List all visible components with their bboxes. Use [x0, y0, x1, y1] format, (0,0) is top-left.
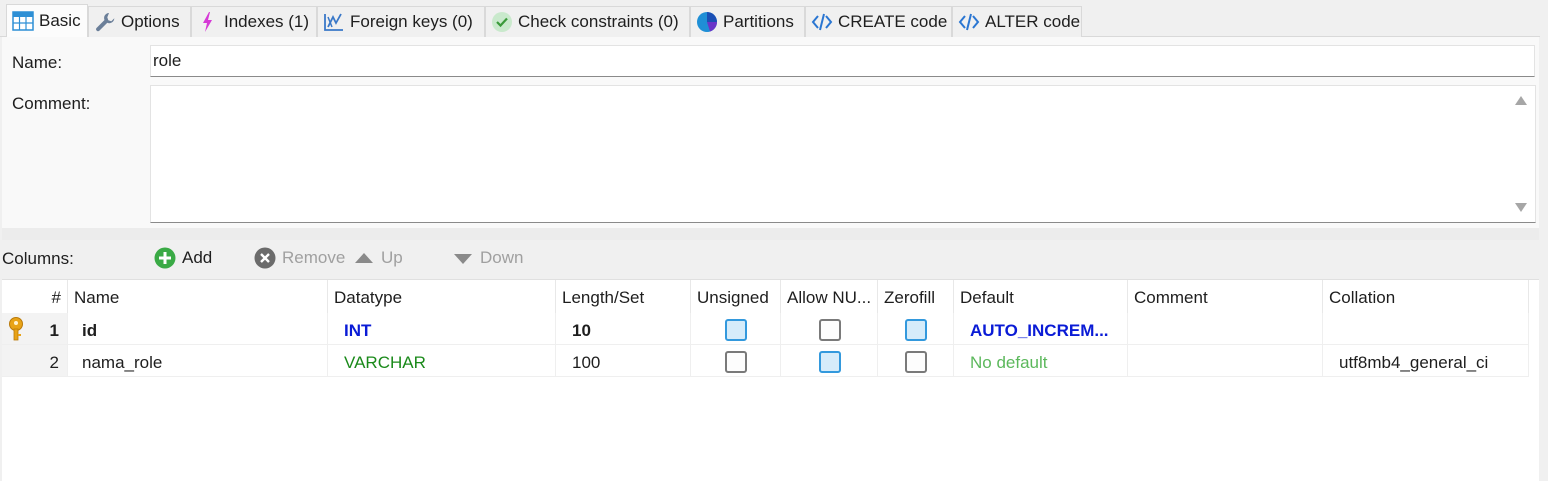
- unsigned-cell: [691, 345, 781, 377]
- scroll-down-arrow-icon[interactable]: [1515, 203, 1527, 212]
- code-icon: [810, 10, 834, 34]
- default-cell[interactable]: No default: [954, 345, 1128, 377]
- row-number: 1: [49, 321, 59, 340]
- tab-options[interactable]: Options: [88, 6, 191, 37]
- row-number: 2: [49, 353, 59, 372]
- columns-label: Columns:: [2, 249, 74, 268]
- header-unsigned[interactable]: Unsigned: [691, 280, 781, 313]
- tab-label: Check constraints (0): [518, 12, 679, 31]
- length-cell[interactable]: 10: [556, 313, 691, 345]
- header-zerofill[interactable]: Zerofill: [878, 280, 954, 313]
- header-row-number[interactable]: #: [2, 280, 68, 313]
- allow-null-checkbox[interactable]: [819, 319, 841, 341]
- row-number-cell: 2: [2, 345, 68, 377]
- tab-alter-code[interactable]: ALTER code: [952, 6, 1082, 37]
- up-label: Up: [381, 248, 403, 267]
- primary-key-icon: [9, 317, 23, 341]
- header-overflow: [1529, 280, 1541, 313]
- tab-label: Foreign keys (0): [350, 12, 473, 31]
- length-cell[interactable]: 100: [556, 345, 691, 377]
- lightning-icon: [196, 10, 220, 34]
- comment-label: Comment:: [12, 94, 91, 113]
- columns-toolbar: Columns: Add Remove Up Down: [0, 240, 1548, 278]
- default-cell[interactable]: AUTO_INCREM...: [954, 313, 1128, 345]
- zerofill-checkbox[interactable]: [905, 351, 927, 373]
- allow-null-cell: [781, 313, 878, 345]
- table-properties-panel: Name: Comment:: [2, 37, 1539, 228]
- tab-label: CREATE code: [838, 12, 948, 31]
- allow-null-cell: [781, 345, 878, 377]
- tab-check-constraints[interactable]: Check constraints (0): [485, 6, 690, 37]
- scroll-up-arrow-icon[interactable]: [1515, 96, 1527, 105]
- unsigned-checkbox[interactable]: [725, 319, 747, 341]
- name-label: Name:: [12, 53, 63, 72]
- tab-label: Partitions: [723, 12, 794, 31]
- column-name-cell[interactable]: id: [68, 313, 328, 345]
- panel-splitter[interactable]: [2, 228, 1539, 240]
- header-collation[interactable]: Collation: [1323, 280, 1529, 313]
- collation-cell[interactable]: [1323, 313, 1529, 345]
- table-name-input[interactable]: [150, 45, 1535, 77]
- allow-null-checkbox[interactable]: [819, 351, 841, 373]
- unsigned-checkbox[interactable]: [725, 351, 747, 373]
- tab-partitions[interactable]: Partitions: [690, 6, 805, 37]
- header-comment[interactable]: Comment: [1128, 280, 1323, 313]
- collation-cell[interactable]: utf8mb4_general_ci: [1323, 345, 1529, 377]
- add-column-button[interactable]: Add: [154, 244, 212, 272]
- columns-grid: # Name Datatype Length/Set Unsigned Allo…: [2, 279, 1539, 481]
- tab-label: ALTER code: [985, 12, 1081, 31]
- header-name[interactable]: Name: [68, 280, 328, 313]
- comment-cell[interactable]: [1128, 313, 1323, 345]
- tab-basic[interactable]: Basic: [6, 4, 88, 37]
- zerofill-cell: [878, 313, 954, 345]
- zerofill-checkbox[interactable]: [905, 319, 927, 341]
- tab-foreign-keys[interactable]: Foreign keys (0): [317, 6, 485, 37]
- comment-cell[interactable]: [1128, 345, 1323, 377]
- move-down-button[interactable]: Down: [452, 244, 523, 272]
- move-up-button[interactable]: Up: [353, 244, 403, 272]
- tab-strip: Basic Options Indexes (1) Foreign keys (…: [0, 0, 1548, 38]
- tab-create-code[interactable]: CREATE code: [805, 6, 952, 37]
- column-name-cell[interactable]: nama_role: [68, 345, 328, 377]
- datatype-cell[interactable]: INT: [328, 313, 556, 345]
- table-row[interactable]: 1 id INT 10 AUTO_INCREM...: [2, 313, 1539, 345]
- row-number-cell: 1: [2, 313, 68, 345]
- header-default[interactable]: Default: [954, 280, 1128, 313]
- arrow-down-icon: [452, 247, 474, 269]
- tab-indexes[interactable]: Indexes (1): [191, 6, 317, 37]
- zerofill-cell: [878, 345, 954, 377]
- remove-circle-icon: [254, 247, 276, 269]
- pie-icon: [695, 10, 719, 34]
- add-label: Add: [182, 248, 213, 267]
- remove-column-button[interactable]: Remove: [254, 244, 345, 272]
- table-comment-textarea[interactable]: [150, 85, 1536, 223]
- datatype-cell[interactable]: VARCHAR: [328, 345, 556, 377]
- grid-header: # Name Datatype Length/Set Unsigned Allo…: [2, 280, 1539, 313]
- header-allow-null[interactable]: Allow NU...: [781, 280, 878, 313]
- foreign-key-icon: [322, 10, 346, 34]
- header-datatype[interactable]: Datatype: [328, 280, 556, 313]
- down-label: Down: [480, 248, 524, 267]
- arrow-up-icon: [353, 247, 375, 269]
- tab-label: Options: [121, 12, 180, 31]
- wrench-icon: [93, 10, 117, 34]
- remove-label: Remove: [282, 248, 346, 267]
- table-row[interactable]: 2 nama_role VARCHAR 100 No default utf8m…: [2, 345, 1539, 377]
- plus-circle-icon: [154, 247, 176, 269]
- table-icon: [11, 9, 35, 33]
- unsigned-cell: [691, 313, 781, 345]
- tab-label: Basic: [39, 11, 81, 30]
- tab-label: Indexes (1): [224, 12, 310, 31]
- header-length-set[interactable]: Length/Set: [556, 280, 691, 313]
- check-circle-icon: [490, 10, 514, 34]
- code-icon: [957, 10, 981, 34]
